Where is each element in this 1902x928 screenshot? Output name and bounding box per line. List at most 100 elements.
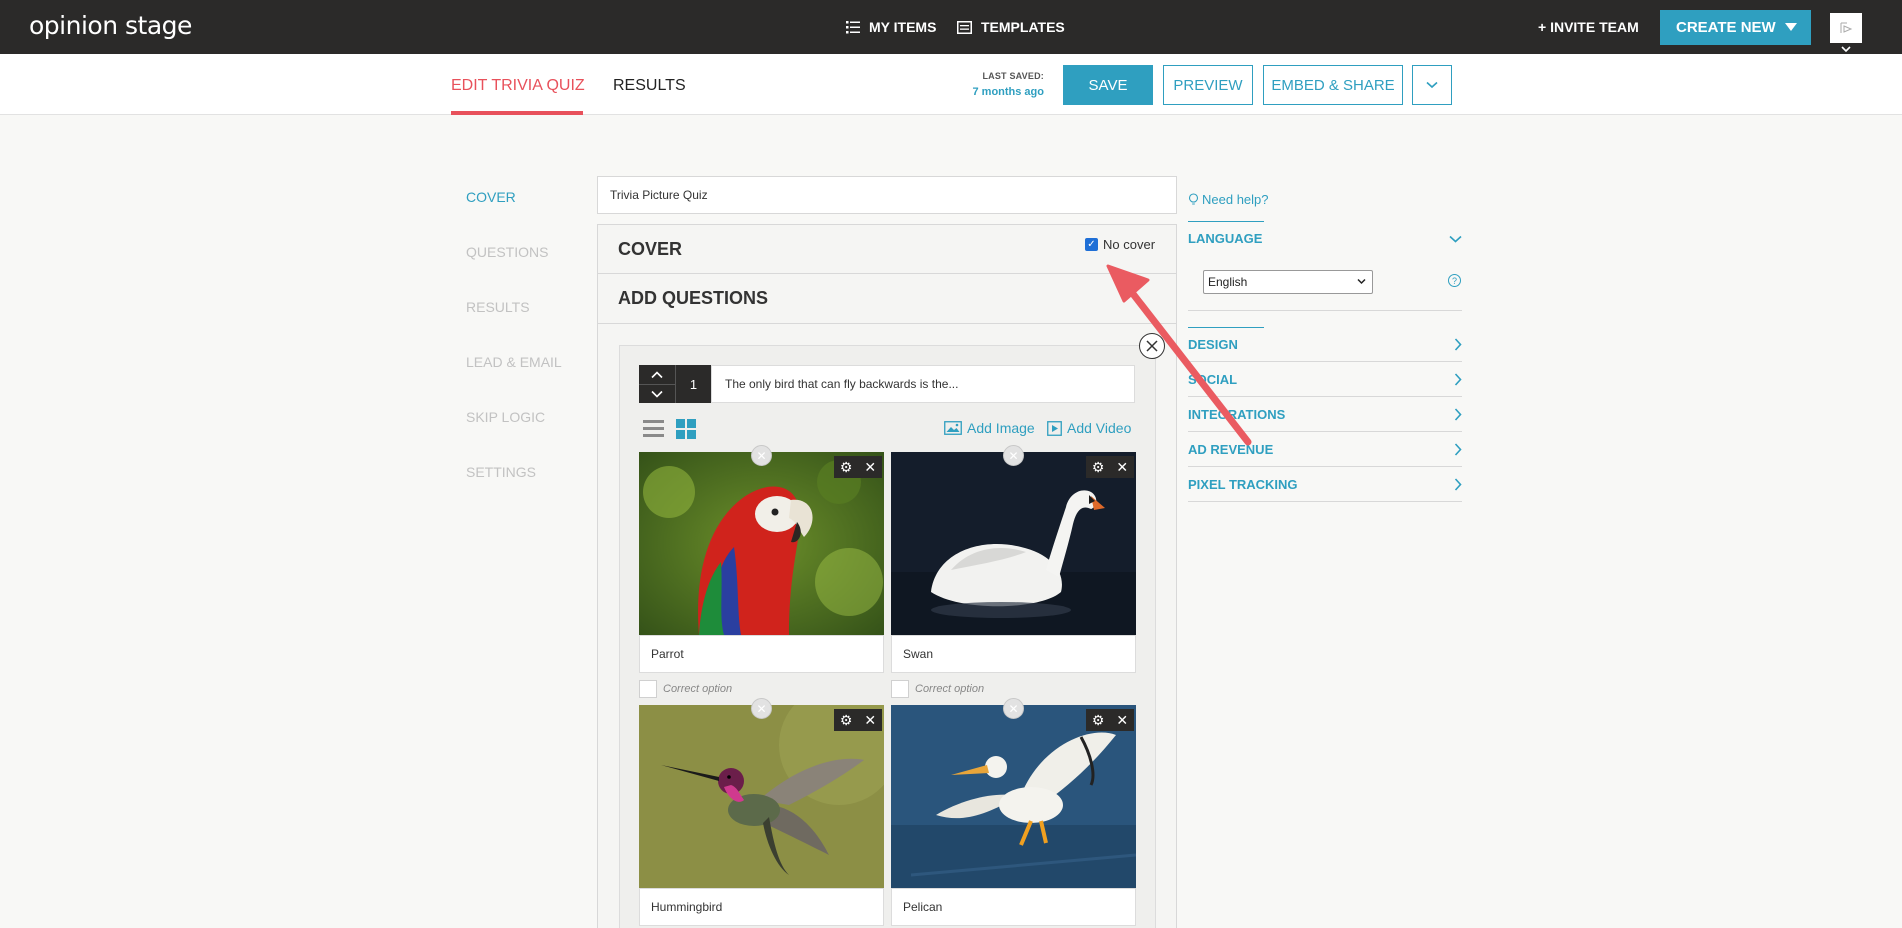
ad-revenue-heading: AD REVENUE [1188, 441, 1274, 457]
no-cover-option[interactable]: ✓ No cover [1085, 237, 1155, 252]
lightbulb-icon [1188, 193, 1199, 205]
tab-results[interactable]: RESULTS [613, 77, 686, 95]
option-label-input[interactable]: Swan [891, 635, 1136, 673]
image-icon [944, 421, 962, 435]
correct-option[interactable]: Correct option [891, 680, 984, 698]
chevron-right-icon [1454, 407, 1462, 421]
save-button[interactable]: SAVE [1063, 65, 1153, 105]
remove-option-icon[interactable]: ✕ [1003, 445, 1024, 466]
chevron-right-icon [1454, 442, 1462, 456]
dropdown-arrow-icon [1357, 278, 1366, 285]
list-view-icon[interactable] [643, 418, 664, 444]
remove-option-icon[interactable]: ✕ [751, 445, 772, 466]
more-options-button[interactable] [1412, 65, 1452, 105]
video-icon [1047, 420, 1062, 436]
embed-share-button[interactable]: EMBED & SHARE [1263, 65, 1403, 105]
close-icon[interactable]: ✕ [864, 459, 876, 476]
close-icon[interactable]: ✕ [1116, 712, 1128, 729]
settings-section-integrations[interactable]: INTEGRATIONS [1188, 397, 1462, 432]
nav-templates[interactable]: TEMPLATES [957, 19, 1065, 35]
quiz-title-input[interactable]: Trivia Picture Quiz [597, 176, 1177, 214]
last-saved-status: LAST SAVED: 7 months ago [950, 71, 1044, 98]
option-toolbar: ⚙ ✕ [834, 456, 882, 478]
add-video-label: Add Video [1067, 420, 1132, 436]
sidebar-item-skip-logic[interactable]: SKIP LOGIC [466, 409, 545, 425]
chevron-down-icon [1449, 235, 1462, 243]
gear-icon[interactable]: ⚙ [1092, 459, 1105, 476]
add-image-link[interactable]: Add Image [944, 420, 1035, 436]
remove-option-icon[interactable]: ✕ [751, 698, 772, 719]
create-new-label: CREATE NEW [1676, 19, 1776, 36]
pelican-image [891, 705, 1136, 888]
option-label-input[interactable]: Parrot [639, 635, 884, 673]
no-cover-label: No cover [1103, 237, 1156, 252]
last-saved-value: 7 months ago [972, 86, 1044, 98]
settings-section-ad-revenue[interactable]: AD REVENUE [1188, 432, 1462, 467]
need-help-link[interactable]: Need help? [1188, 192, 1269, 207]
nav-my-items[interactable]: MY ITEMS [846, 19, 936, 35]
remove-option-icon[interactable]: ✕ [1003, 698, 1024, 719]
parrot-image [639, 452, 884, 635]
settings-section-social[interactable]: SOCIAL [1188, 362, 1462, 397]
active-tab-indicator [451, 111, 583, 115]
grid-view-icon[interactable] [676, 418, 697, 444]
option-toolbar: ⚙ ✕ [1086, 456, 1134, 478]
add-questions-heading: ADD QUESTIONS [618, 288, 769, 308]
chevron-right-icon [1454, 337, 1462, 351]
question-reorder-control [639, 365, 675, 403]
add-video-link[interactable]: Add Video [1047, 420, 1131, 436]
correct-option-label: Correct option [915, 683, 985, 695]
user-avatar-icon [1840, 22, 1853, 33]
delete-question-icon[interactable] [1139, 333, 1165, 359]
correct-option-checkbox[interactable] [891, 680, 909, 698]
need-help-label: Need help? [1202, 192, 1269, 207]
swan-image [891, 452, 1136, 635]
close-icon[interactable]: ✕ [864, 712, 876, 729]
correct-option-checkbox[interactable] [639, 680, 657, 698]
question-number: 1 [675, 365, 711, 403]
templates-icon [957, 20, 972, 34]
integrations-heading: INTEGRATIONS [1188, 406, 1286, 422]
sidebar-item-cover[interactable]: COVER [466, 189, 516, 205]
no-cover-checkbox[interactable]: ✓ [1085, 238, 1098, 251]
chevron-right-icon [1454, 477, 1462, 491]
chevron-down-icon [1426, 81, 1438, 89]
chevron-right-icon [1454, 372, 1462, 386]
nav-my-items-label: MY ITEMS [869, 19, 937, 35]
cover-heading: COVER [618, 238, 683, 259]
language-select[interactable]: English [1203, 270, 1373, 294]
social-heading: SOCIAL [1188, 371, 1238, 387]
settings-section-pixel-tracking[interactable]: PIXEL TRACKING [1188, 467, 1462, 502]
brand-logo[interactable]: opinion stage [29, 11, 192, 40]
last-saved-label: LAST SAVED: [982, 71, 1044, 81]
move-up-icon[interactable] [639, 365, 675, 384]
option-toolbar: ⚙ ✕ [834, 709, 882, 731]
avatar[interactable] [1830, 13, 1862, 43]
design-heading: DESIGN [1188, 336, 1238, 352]
question-text-input[interactable]: The only bird that can fly backwards is … [711, 365, 1135, 403]
close-icon[interactable]: ✕ [1116, 459, 1128, 476]
correct-option[interactable]: Correct option [639, 680, 732, 698]
help-icon[interactable]: ? [1448, 274, 1461, 287]
sidebar-item-lead-email[interactable]: LEAD & EMAIL [466, 354, 562, 370]
language-heading: LANGUAGE [1188, 231, 1263, 246]
sidebar-item-questions[interactable]: QUESTIONS [466, 244, 548, 260]
add-questions-section: ADD QUESTIONS [597, 274, 1177, 324]
language-select-value: English [1208, 275, 1248, 289]
settings-section-design[interactable]: DESIGN [1188, 327, 1462, 362]
nav-templates-label: TEMPLATES [981, 19, 1065, 35]
settings-section-language[interactable]: LANGUAGE [1188, 221, 1462, 256]
tab-edit-trivia-quiz[interactable]: EDIT TRIVIA QUIZ [451, 77, 585, 95]
sidebar-item-results[interactable]: RESULTS [466, 299, 530, 315]
create-new-button[interactable]: CREATE NEW [1660, 10, 1811, 45]
move-down-icon[interactable] [639, 384, 675, 403]
option-label-input[interactable]: Pelican [891, 888, 1136, 926]
gear-icon[interactable]: ⚙ [840, 712, 853, 729]
gear-icon[interactable]: ⚙ [840, 459, 853, 476]
gear-icon[interactable]: ⚙ [1092, 712, 1105, 729]
preview-button[interactable]: PREVIEW [1163, 65, 1253, 105]
sidebar-item-settings[interactable]: SETTINGS [466, 464, 536, 480]
invite-team-link[interactable]: + INVITE TEAM [1538, 19, 1639, 35]
option-label-input[interactable]: Hummingbird [639, 888, 884, 926]
add-image-label: Add Image [967, 420, 1035, 436]
